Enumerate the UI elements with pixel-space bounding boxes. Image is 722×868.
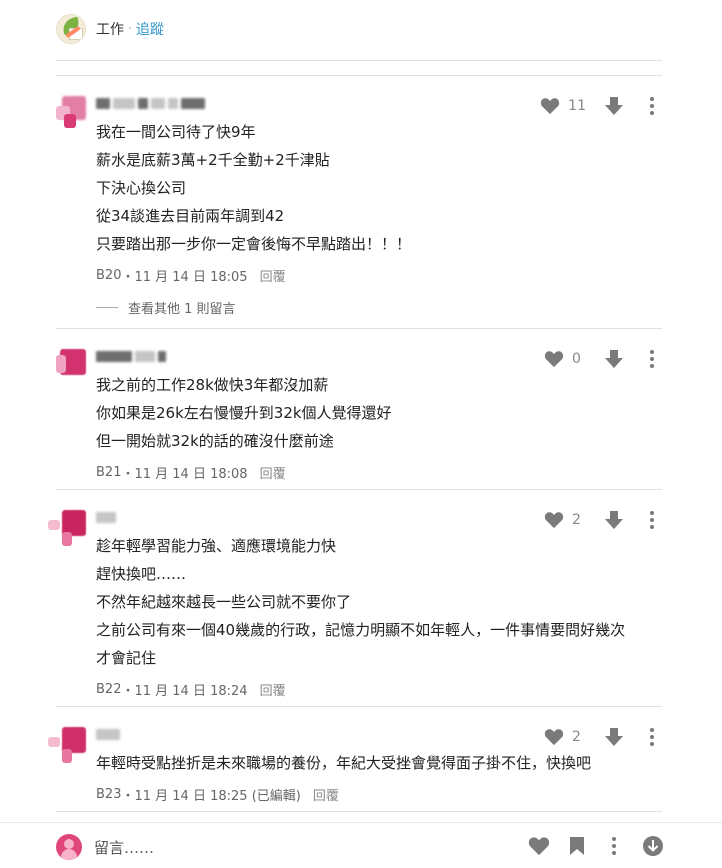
- more-options-icon[interactable]: [642, 349, 662, 369]
- comment-input[interactable]: 留言……: [94, 837, 154, 858]
- comment-line: 不然年紀越來越長一些公司就不要你了: [96, 593, 352, 611]
- avatar[interactable]: [56, 349, 86, 379]
- comment-line: 我在一間公司待了快9年: [96, 123, 256, 141]
- reply-button[interactable]: 回覆: [260, 680, 286, 699]
- comment-body: 我在一間公司待了快9年 薪水是底薪3萬+2千全勤+2千津貼 下決心換公司 從34…: [96, 118, 411, 258]
- author-name[interactable]: [96, 510, 116, 524]
- floor-number: B21: [96, 465, 122, 480]
- comment-actions: 0: [544, 349, 662, 369]
- comment-b23: 2 年輕時受點挫折是未來職場的養份，年紀大受挫會覺得面子掛不住，快換吧 B23 …: [48, 727, 662, 811]
- heart-icon[interactable]: [540, 97, 560, 115]
- comment-body: 我之前的工作28k做快3年都沒加薪 你如果是26k左右慢慢升到32k個人覺得還好…: [96, 371, 392, 455]
- meta-separator: ・: [121, 467, 135, 482]
- more-options-icon[interactable]: [642, 510, 662, 530]
- comment-body: 年輕時受點挫折是未來職場的養份，年紀大受挫會覺得面子掛不住，快換吧: [96, 749, 591, 777]
- dash-line: [96, 307, 118, 308]
- comment-line: 下決心換公司: [96, 179, 187, 197]
- comment-b21: 0 我之前的工作28k做快3年都沒加薪 你如果是26k左右慢慢升到32k個人覺得…: [56, 349, 662, 489]
- more-options-icon[interactable]: [642, 727, 662, 747]
- comment-line: 但一開始就32k的話的確沒什麼前途: [96, 432, 334, 450]
- footer-actions: [510, 835, 664, 857]
- downvote-icon[interactable]: [604, 727, 624, 747]
- bookmark-icon[interactable]: [568, 836, 586, 856]
- comment-actions: 11: [540, 96, 662, 116]
- comment-time: 11 月 14 日 18:05: [134, 270, 248, 285]
- comment-line: 只要踏出那一步你一定會後悔不早點踏出！！！: [96, 235, 412, 253]
- comment-line: 趁年輕學習能力強、適應環境能力快: [96, 537, 337, 555]
- comment-b22: 2 趁年輕學習能力強、適應環境能力快 趕快換吧…… 不然年紀越來越長一些公司就不…: [48, 510, 662, 706]
- reply-button[interactable]: 回覆: [313, 785, 339, 804]
- heart-icon[interactable]: [544, 511, 564, 529]
- floor-number: B22: [96, 682, 122, 697]
- comment-line: 才會記住: [96, 649, 157, 667]
- board-title[interactable]: 工作: [96, 19, 124, 39]
- divider: [56, 328, 662, 329]
- avatar[interactable]: [56, 96, 86, 128]
- meta-separator: ・: [121, 684, 135, 699]
- avatar[interactable]: [48, 510, 86, 546]
- downvote-icon[interactable]: [604, 349, 624, 369]
- avatar[interactable]: [48, 727, 86, 763]
- comment-meta: B20 ・ 11 月 14 日 18:05 回覆: [96, 266, 286, 285]
- reply-button[interactable]: 回覆: [260, 266, 286, 285]
- comment-body: 趁年輕學習能力強、適應環境能力快 趕快換吧…… 不然年紀越來越長一些公司就不要你…: [96, 532, 625, 672]
- comment-line: 年輕時受點挫折是未來職場的養份，年紀大受挫會覺得面子掛不住，快換吧: [96, 754, 592, 772]
- meta-separator: ・: [121, 789, 135, 804]
- divider: [56, 60, 662, 61]
- scroll-down-icon[interactable]: [642, 835, 664, 857]
- downvote-icon[interactable]: [604, 510, 624, 530]
- comment-actions: 2: [544, 510, 662, 530]
- heart-icon[interactable]: [528, 836, 550, 856]
- meta-separator: ・: [121, 270, 135, 285]
- comment-line: 你如果是26k左右慢慢升到32k個人覺得還好: [96, 404, 392, 422]
- comment-meta: B21 ・ 11 月 14 日 18:08 回覆: [96, 463, 286, 482]
- comment-meta: B23 ・ 11 月 14 日 18:25 (已編輯) 回覆: [96, 785, 339, 804]
- comment-line: 我之前的工作28k做快3年都沒加薪: [96, 376, 329, 394]
- like-count: 11: [568, 98, 586, 114]
- downvote-icon[interactable]: [604, 96, 624, 116]
- like-count: 2: [572, 729, 581, 745]
- like-count: 2: [572, 512, 581, 528]
- comment-line: 趕快換吧……: [96, 565, 187, 583]
- comment-time: 11 月 14 日 18:25 (已編輯): [134, 789, 301, 804]
- divider: [56, 489, 662, 490]
- divider: [56, 811, 662, 812]
- author-name[interactable]: [96, 727, 120, 741]
- board-icon[interactable]: [56, 14, 86, 44]
- my-avatar[interactable]: [56, 834, 82, 860]
- comment-actions: 2: [544, 727, 662, 747]
- comment-time: 11 月 14 日 18:24: [134, 684, 248, 699]
- floor-number: B20: [96, 268, 122, 283]
- follow-link[interactable]: 追蹤: [136, 19, 164, 39]
- comment-time: 11 月 14 日 18:08: [134, 467, 248, 482]
- more-options-icon[interactable]: [642, 96, 662, 116]
- divider: [56, 706, 662, 707]
- more-replies-link[interactable]: 查看其他 1 則留言: [96, 298, 236, 317]
- comment-b20: 11 我在一間公司待了快9年 薪水是底薪3萬+2千全勤+2千津貼 下決心換公司 …: [56, 96, 662, 328]
- header-separator: ‧: [128, 22, 132, 36]
- floor-number: B23: [96, 787, 122, 802]
- board-header: 工作 ‧ 追蹤: [56, 14, 164, 44]
- comment-meta: B22 ・ 11 月 14 日 18:24 回覆: [96, 680, 286, 699]
- more-options-icon[interactable]: [604, 836, 624, 856]
- author-name[interactable]: [96, 349, 166, 363]
- like-count: 0: [572, 351, 581, 367]
- author-name[interactable]: [96, 96, 205, 110]
- comment-line: 薪水是底薪3萬+2千全勤+2千津貼: [96, 151, 330, 169]
- comment-line: 從34談進去目前兩年調到42: [96, 207, 285, 225]
- comment-input-bar: 留言……: [0, 822, 722, 868]
- heart-icon[interactable]: [544, 350, 564, 368]
- comment-line: 之前公司有來一個40幾歲的行政，記憶力明顯不如年輕人，一件事情要問好幾次: [96, 621, 626, 639]
- heart-icon[interactable]: [544, 728, 564, 746]
- reply-button[interactable]: 回覆: [260, 463, 286, 482]
- more-replies-label: 查看其他 1 則留言: [128, 302, 236, 317]
- divider: [56, 75, 662, 76]
